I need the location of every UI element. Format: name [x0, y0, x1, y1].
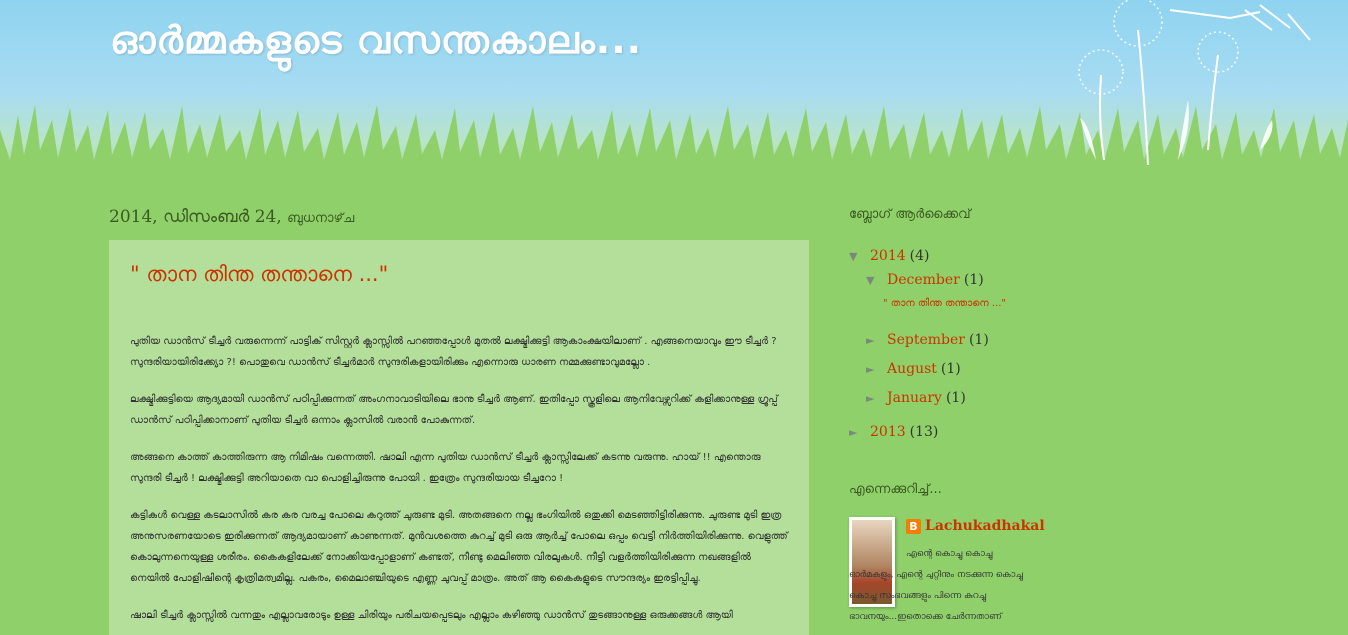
post-date: 2014, ഡിസംബർ 24, — [109, 207, 282, 227]
date-header: 2014, ഡിസംബർ 24, ബുധനാഴ്‌ച — [109, 207, 354, 227]
blog-title[interactable]: ഓർമ്മകളുടെ വസന്തകാലം... — [110, 18, 642, 63]
archive-month-january: ► January (1) — [849, 386, 1039, 410]
archive-month-december: ▼ December (1) — [849, 268, 1039, 292]
expand-arrow-icon[interactable]: ► — [849, 426, 870, 439]
post-body: പുതിയ ഡാൻസ് ടീച്ചർ വരുന്നെന്ന് പാട്ടിക് … — [130, 331, 788, 626]
post-paragraph: അങ്ങനെ കാത്ത് കാത്തിരുന്ന ആ നിമിഷം വന്നെ… — [130, 452, 761, 484]
post-paragraph: ലക്ഷ്മിക്കുട്ടിയെ ആദ്യമായി ഡാൻസ് പഠിപ്പി… — [130, 394, 778, 426]
dandelion-decoration — [1078, 0, 1311, 166]
about-me-title: എന്നെക്കുറിച്ച്... — [849, 482, 942, 497]
archive-link-2014[interactable]: 2014 — [870, 248, 906, 264]
blog-post: " താന തിന്ത തന്താനെ ..." പുതിയ ഡാൻസ് ടീച… — [109, 240, 809, 635]
archive-link-january[interactable]: January — [887, 390, 942, 406]
archive-month-august: ► August (1) — [849, 357, 1039, 381]
post-title[interactable]: " താന തിന്ത തന്താനെ ..." — [130, 262, 788, 287]
collapse-arrow-icon[interactable]: ▼ — [849, 250, 870, 263]
archive-count: (1) — [968, 332, 989, 348]
archive-month-september: ► September (1) — [849, 328, 1039, 352]
blog-archive: ▼ 2014 (4) ▼ December (1) " താന തിന്ത തന… — [849, 244, 1039, 444]
archive-link-december[interactable]: December — [887, 272, 960, 288]
archive-count: (1) — [940, 361, 961, 377]
archive-count: (1) — [963, 272, 984, 288]
post-paragraph: കട്ടികൾ വെള്ള കടലാസിൽ കര കര വരച്ച പോലെ ക… — [130, 510, 788, 584]
post-paragraph: ഷാലി ടീച്ചർ ക്ലാസ്സിൽ വന്നതും എല്ലാവരോടു… — [130, 610, 733, 621]
archive-count: (4) — [909, 248, 930, 264]
post-paragraph: പുതിയ ഡാൻസ് ടീച്ചർ വരുന്നെന്ന് പാട്ടിക് … — [130, 336, 777, 368]
archive-link-august[interactable]: August — [887, 361, 937, 377]
expand-arrow-icon[interactable]: ► — [866, 363, 887, 376]
profile-description: എന്റെ കൊച്ചു കൊച്ചു ഓർമകളും, എന്റെ ചുറ്റ… — [849, 549, 1023, 622]
archive-count: (13) — [909, 424, 939, 440]
sidebar: ബ്ലോഗ് ആർക്കൈവ് ▼ 2014 (4) ▼ December (1… — [849, 207, 1045, 635]
profile-name-link[interactable]: Lachukadhakal — [925, 518, 1045, 534]
archive-title: ബ്ലോഗ് ആർക്കൈവ് — [849, 207, 971, 222]
archive-post-link[interactable]: " താന തിന്ത തന്താനെ ..." — [849, 292, 1039, 328]
expand-arrow-icon[interactable]: ► — [866, 392, 887, 405]
post-weekday: ബുധനാഴ്‌ച — [287, 211, 355, 226]
blogger-icon: B — [906, 518, 921, 534]
archive-year-2014: ▼ 2014 (4) — [849, 244, 1039, 268]
archive-count: (1) — [945, 390, 966, 406]
archive-link-september[interactable]: September — [887, 332, 965, 348]
archive-link-2013[interactable]: 2013 — [870, 424, 906, 440]
expand-arrow-icon[interactable]: ► — [866, 334, 887, 347]
archive-year-2013: ► 2013 (13) — [849, 420, 1039, 444]
profile-name: B Lachukadhakal — [906, 518, 1045, 534]
collapse-arrow-icon[interactable]: ▼ — [866, 274, 887, 287]
profile-widget: B Lachukadhakal എന്റെ കൊച്ചു കൊച്ചു ഓർമക… — [849, 517, 1045, 635]
